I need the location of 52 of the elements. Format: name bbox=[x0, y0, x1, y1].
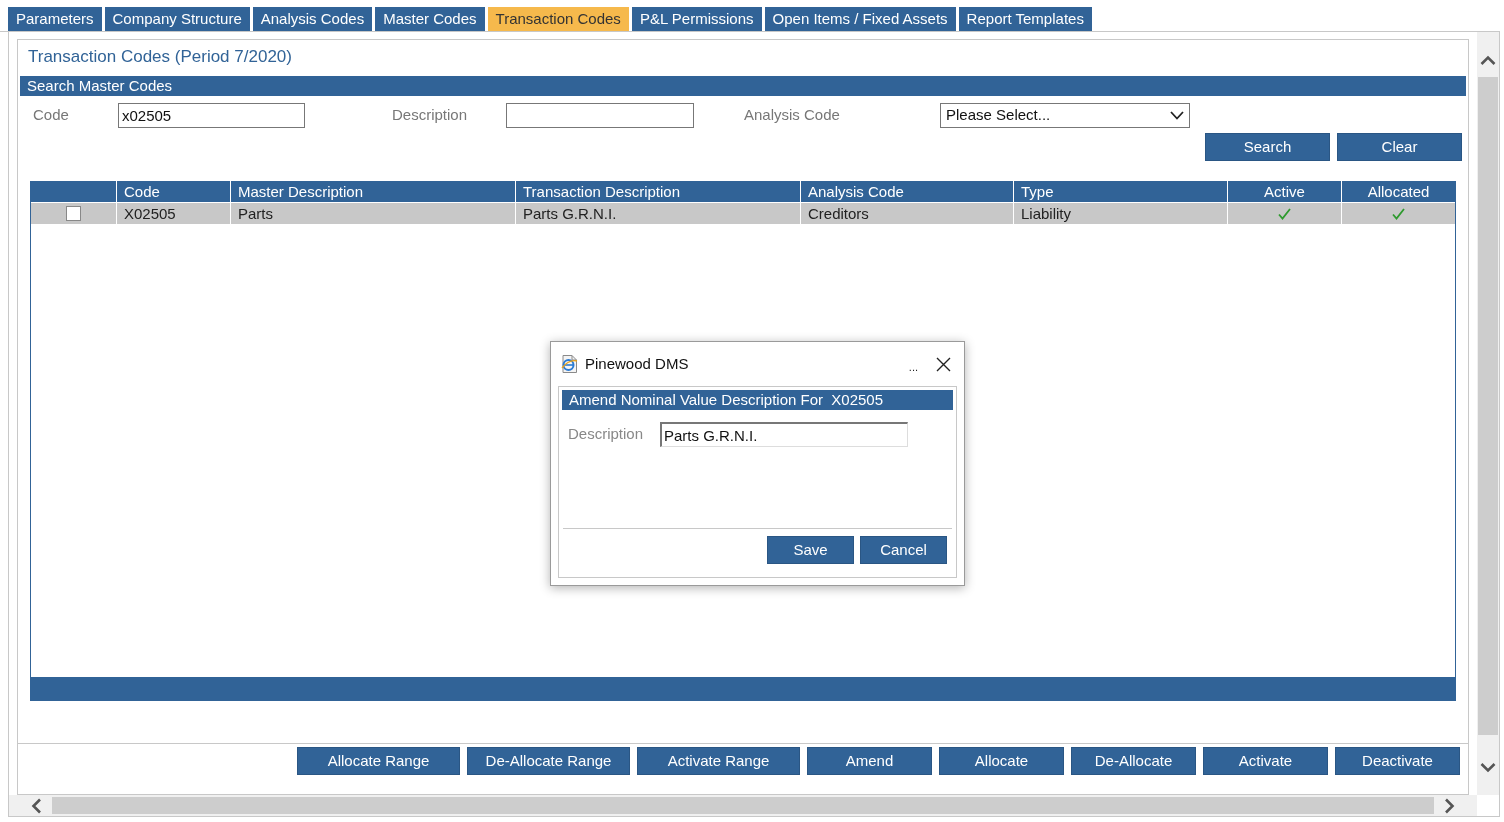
table-cell: Parts bbox=[230, 203, 515, 224]
button[interactable]: De-Allocate bbox=[1071, 747, 1196, 775]
close-icon bbox=[936, 356, 951, 372]
button[interactable]: Cancel bbox=[860, 536, 947, 564]
tab[interactable]: Report Templates bbox=[958, 7, 1092, 31]
button[interactable]: Clear bbox=[1337, 133, 1462, 161]
tab[interactable]: Analysis Codes bbox=[252, 7, 373, 31]
tab[interactable]: Transaction Codes bbox=[487, 7, 629, 31]
vertical-scrollbar[interactable] bbox=[1477, 32, 1499, 795]
chevron-down-icon[interactable] bbox=[1480, 763, 1496, 773]
input-field[interactable]: x02505 bbox=[118, 103, 305, 128]
tab[interactable]: Company Structure bbox=[104, 7, 250, 31]
input-field[interactable]: Parts G.R.N.I. bbox=[660, 422, 908, 447]
close-button[interactable] bbox=[936, 356, 951, 372]
chevron-up-icon[interactable] bbox=[1480, 55, 1496, 65]
chevron-right-icon[interactable] bbox=[1445, 797, 1455, 814]
field-label: Description bbox=[392, 106, 468, 124]
dropdown[interactable]: Please Select... bbox=[940, 103, 1190, 128]
button[interactable]: De-Allocate Range bbox=[467, 747, 630, 775]
button[interactable]: Activate Range bbox=[637, 747, 800, 775]
table-row[interactable]: X02505 Parts Parts G.R.N.I. Creditors Liability bbox=[31, 203, 1455, 224]
button[interactable]: Activate bbox=[1203, 747, 1328, 775]
more-button[interactable]: ... bbox=[908, 358, 918, 376]
dialog-title: Pinewood DMS bbox=[585, 353, 689, 374]
field-label: Analysis Code bbox=[744, 106, 840, 124]
table-cell: Creditors bbox=[800, 203, 1013, 224]
section-header: Search Master Codes bbox=[20, 76, 1466, 96]
tab[interactable]: Parameters bbox=[8, 7, 102, 31]
button[interactable]: Allocate Range bbox=[297, 747, 460, 775]
scrollbar-thumb[interactable] bbox=[52, 797, 1434, 814]
button[interactable]: Search bbox=[1205, 133, 1330, 161]
page-title: Transaction Codes (Period 7/2020) bbox=[28, 46, 292, 69]
tab[interactable]: Open Items / Fixed Assets bbox=[764, 7, 956, 31]
chevron-down-icon bbox=[1170, 111, 1184, 120]
chevron-left-icon[interactable] bbox=[31, 797, 41, 814]
input-field[interactable] bbox=[506, 103, 694, 128]
table-cell: Parts G.R.N.I. bbox=[515, 203, 800, 224]
horizontal-scrollbar[interactable] bbox=[9, 795, 1477, 816]
table-cell: Liability bbox=[1013, 203, 1227, 224]
button[interactable]: Allocate bbox=[939, 747, 1064, 775]
table-cell: X02505 bbox=[116, 203, 230, 224]
button[interactable]: Deactivate bbox=[1335, 747, 1460, 775]
section-header: Amend Nominal Value Description For X02505 bbox=[562, 390, 953, 410]
button[interactable]: Amend bbox=[807, 747, 932, 775]
tab[interactable]: P&L Permissions bbox=[631, 7, 762, 31]
field-label: Code bbox=[33, 106, 69, 124]
checkbox[interactable] bbox=[66, 206, 81, 221]
document-icon bbox=[561, 355, 578, 373]
button[interactable]: Save bbox=[767, 536, 854, 564]
tab[interactable]: Master Codes bbox=[375, 7, 485, 31]
scrollbar-thumb[interactable] bbox=[1478, 77, 1498, 735]
field-label: Description bbox=[568, 425, 644, 443]
